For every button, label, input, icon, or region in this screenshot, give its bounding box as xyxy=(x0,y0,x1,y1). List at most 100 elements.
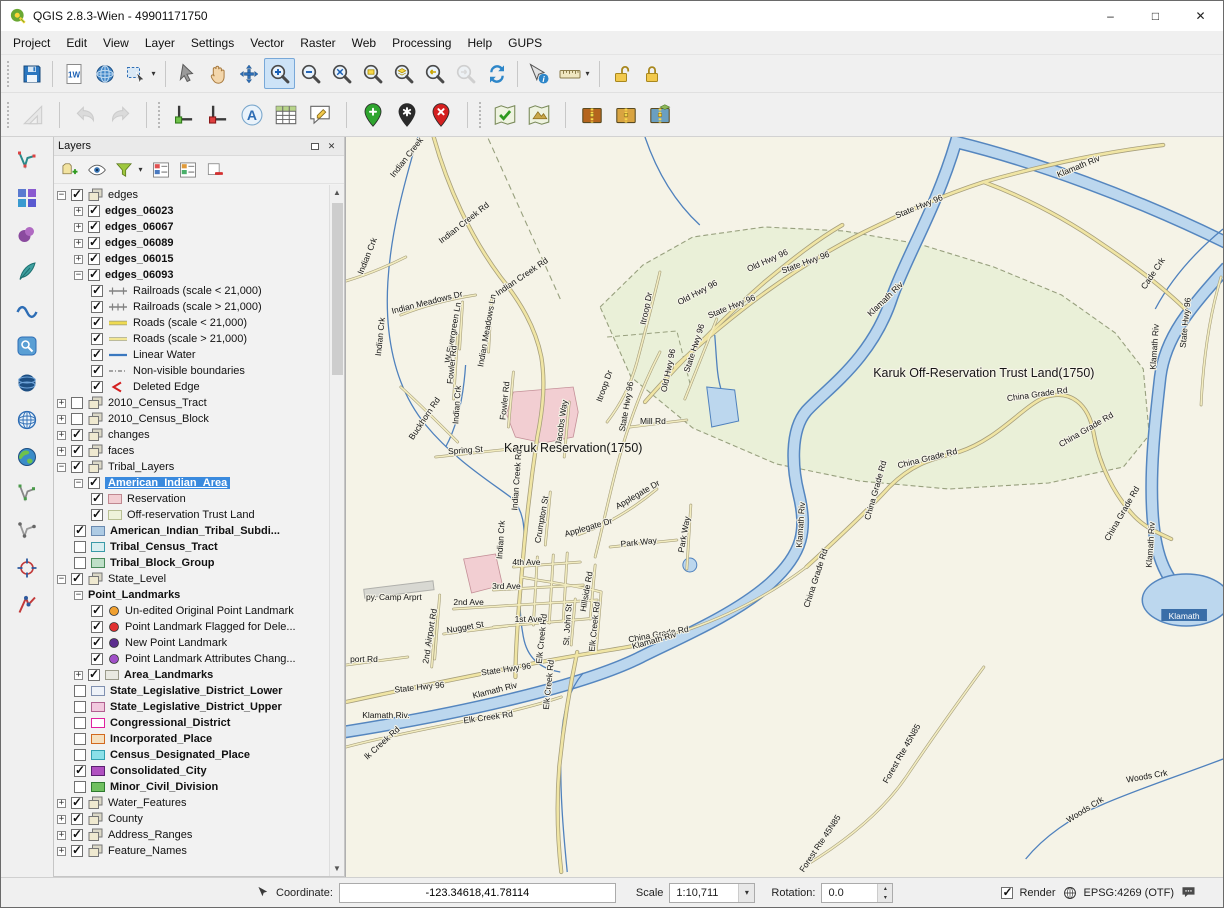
layer-item[interactable]: −edges_06093 xyxy=(54,267,329,283)
touch-pointer-button[interactable] xyxy=(171,58,202,89)
layer-item[interactable]: Un-edited Original Point Landmark xyxy=(54,603,329,619)
layer-checkbox[interactable] xyxy=(71,845,83,857)
layer-item[interactable]: Incorporated_Place xyxy=(54,731,329,747)
layer-item[interactable]: +edges_06015 xyxy=(54,251,329,267)
layer-checkbox[interactable] xyxy=(88,221,100,233)
coordinate-capture-icon[interactable] xyxy=(255,885,270,900)
layer-checkbox[interactable] xyxy=(71,189,83,201)
expander-plus-icon[interactable]: + xyxy=(57,831,66,840)
rotation-spinbox[interactable]: 0.0 ▴▾ xyxy=(821,883,893,903)
share-zip-button[interactable] xyxy=(643,97,677,133)
layer-checkbox[interactable] xyxy=(71,461,83,473)
layer-checkbox[interactable] xyxy=(91,285,103,297)
cad-tools-button[interactable] xyxy=(16,97,50,133)
layer-checkbox[interactable] xyxy=(91,493,103,505)
render-checkbox[interactable] xyxy=(1001,887,1013,899)
layer-item[interactable]: Reservation xyxy=(54,491,329,507)
expander-plus-icon[interactable]: + xyxy=(74,207,83,216)
lock-button[interactable] xyxy=(636,58,667,89)
digitize-vector-button[interactable] xyxy=(9,147,45,174)
layer-item[interactable]: State_Legislative_District_Lower xyxy=(54,683,329,699)
layer-checkbox[interactable] xyxy=(74,749,86,761)
layer-item[interactable]: −Tribal_Layers xyxy=(54,459,329,475)
layer-item[interactable]: American_Indian_Tribal_Subdi... xyxy=(54,523,329,539)
expander-plus-icon[interactable]: + xyxy=(57,815,66,824)
layer-item[interactable]: +edges_06023 xyxy=(54,203,329,219)
menu-project[interactable]: Project xyxy=(5,33,58,53)
layer-checkbox[interactable] xyxy=(71,445,83,457)
refresh-map-button[interactable] xyxy=(481,58,512,89)
layer-checkbox[interactable] xyxy=(71,413,83,425)
layer-checkbox[interactable] xyxy=(74,525,86,537)
toolbar-grip[interactable] xyxy=(479,102,483,128)
layer-item[interactable]: +changes xyxy=(54,427,329,443)
layer-item[interactable]: Point Landmark Flagged for Dele... xyxy=(54,619,329,635)
rotation-stepper[interactable]: ▴▾ xyxy=(877,884,892,902)
layer-checkbox[interactable] xyxy=(88,237,100,249)
layer-item[interactable]: −State_Level xyxy=(54,571,329,587)
layers-scrollbar[interactable]: ▲ ▼ xyxy=(329,185,344,876)
wms-service-button[interactable] xyxy=(9,406,45,433)
layer-item[interactable]: +Feature_Names xyxy=(54,843,329,859)
layer-checkbox[interactable] xyxy=(91,381,103,393)
node-tool-button[interactable] xyxy=(9,517,45,544)
layer-checkbox[interactable] xyxy=(91,301,103,313)
remove-layer-button[interactable] xyxy=(202,157,228,182)
expander-plus-icon[interactable]: + xyxy=(74,255,83,264)
review-changes-button[interactable] xyxy=(522,97,556,133)
pan-to-selection-button[interactable] xyxy=(233,58,264,89)
layer-checkbox[interactable] xyxy=(91,509,103,521)
layer-item[interactable]: Congressional_District xyxy=(54,715,329,731)
layer-item[interactable]: Point Landmark Attributes Chang... xyxy=(54,651,329,667)
layer-checkbox[interactable] xyxy=(88,477,100,489)
add-annotation-button[interactable]: A xyxy=(235,97,269,133)
zoom-full-button[interactable] xyxy=(326,58,357,89)
layer-item[interactable]: +2010_Census_Block xyxy=(54,411,329,427)
zoom-last-button[interactable] xyxy=(419,58,450,89)
manage-layer-visibility-button[interactable] xyxy=(84,157,110,182)
spin-down-icon[interactable]: ▾ xyxy=(878,893,892,902)
layer-checkbox[interactable] xyxy=(74,717,86,729)
expander-plus-icon[interactable]: + xyxy=(57,799,66,808)
layer-item[interactable]: +Address_Ranges xyxy=(54,827,329,843)
edit-comments-button[interactable] xyxy=(303,97,337,133)
validate-map-button[interactable] xyxy=(488,97,522,133)
layer-item[interactable]: Census_Designated_Place xyxy=(54,747,329,763)
road-graph-button[interactable] xyxy=(9,591,45,618)
redo-button[interactable] xyxy=(103,97,137,133)
layer-item[interactable]: Tribal_Census_Tract xyxy=(54,539,329,555)
layer-item[interactable]: State_Legislative_District_Upper xyxy=(54,699,329,715)
layer-checkbox[interactable] xyxy=(91,605,103,617)
layer-checkbox[interactable] xyxy=(71,829,83,841)
layer-item[interactable]: −edges xyxy=(54,187,329,203)
osm-search-button[interactable] xyxy=(9,332,45,359)
toolbar-grip[interactable] xyxy=(7,61,11,87)
layer-checkbox[interactable] xyxy=(74,765,86,777)
layer-item[interactable]: Tribal_Block_Group xyxy=(54,555,329,571)
layer-checkbox[interactable] xyxy=(74,557,86,569)
layer-checkbox[interactable] xyxy=(74,733,86,745)
interpolation-button[interactable] xyxy=(9,295,45,322)
layer-checkbox[interactable] xyxy=(91,365,103,377)
layer-item[interactable]: +County xyxy=(54,811,329,827)
add-linear-feature-button[interactable] xyxy=(167,97,201,133)
layer-item[interactable]: Off-reservation Trust Land xyxy=(54,507,329,523)
layer-checkbox[interactable] xyxy=(88,269,100,281)
collapse-all-button[interactable] xyxy=(175,157,201,182)
menu-processing[interactable]: Processing xyxy=(384,33,459,53)
attribute-table-button[interactable] xyxy=(269,97,303,133)
panel-close-button[interactable]: ✕ xyxy=(323,139,340,154)
expander-minus-icon[interactable]: − xyxy=(57,191,66,200)
menu-raster[interactable]: Raster xyxy=(292,33,343,53)
expander-minus-icon[interactable]: − xyxy=(74,479,83,488)
layer-item[interactable]: Non-visible boundaries xyxy=(54,363,329,379)
gps-tools-button[interactable] xyxy=(9,554,45,581)
layer-checkbox[interactable] xyxy=(91,637,103,649)
layer-item[interactable]: +Water_Features xyxy=(54,795,329,811)
layer-checkbox[interactable] xyxy=(91,333,103,345)
layer-item[interactable]: Railroads (scale > 21,000) xyxy=(54,299,329,315)
maximize-button[interactable]: □ xyxy=(1133,1,1178,31)
zoom-next-button[interactable] xyxy=(450,58,481,89)
layer-item[interactable]: −Point_Landmarks xyxy=(54,587,329,603)
menu-view[interactable]: View xyxy=(95,33,137,53)
